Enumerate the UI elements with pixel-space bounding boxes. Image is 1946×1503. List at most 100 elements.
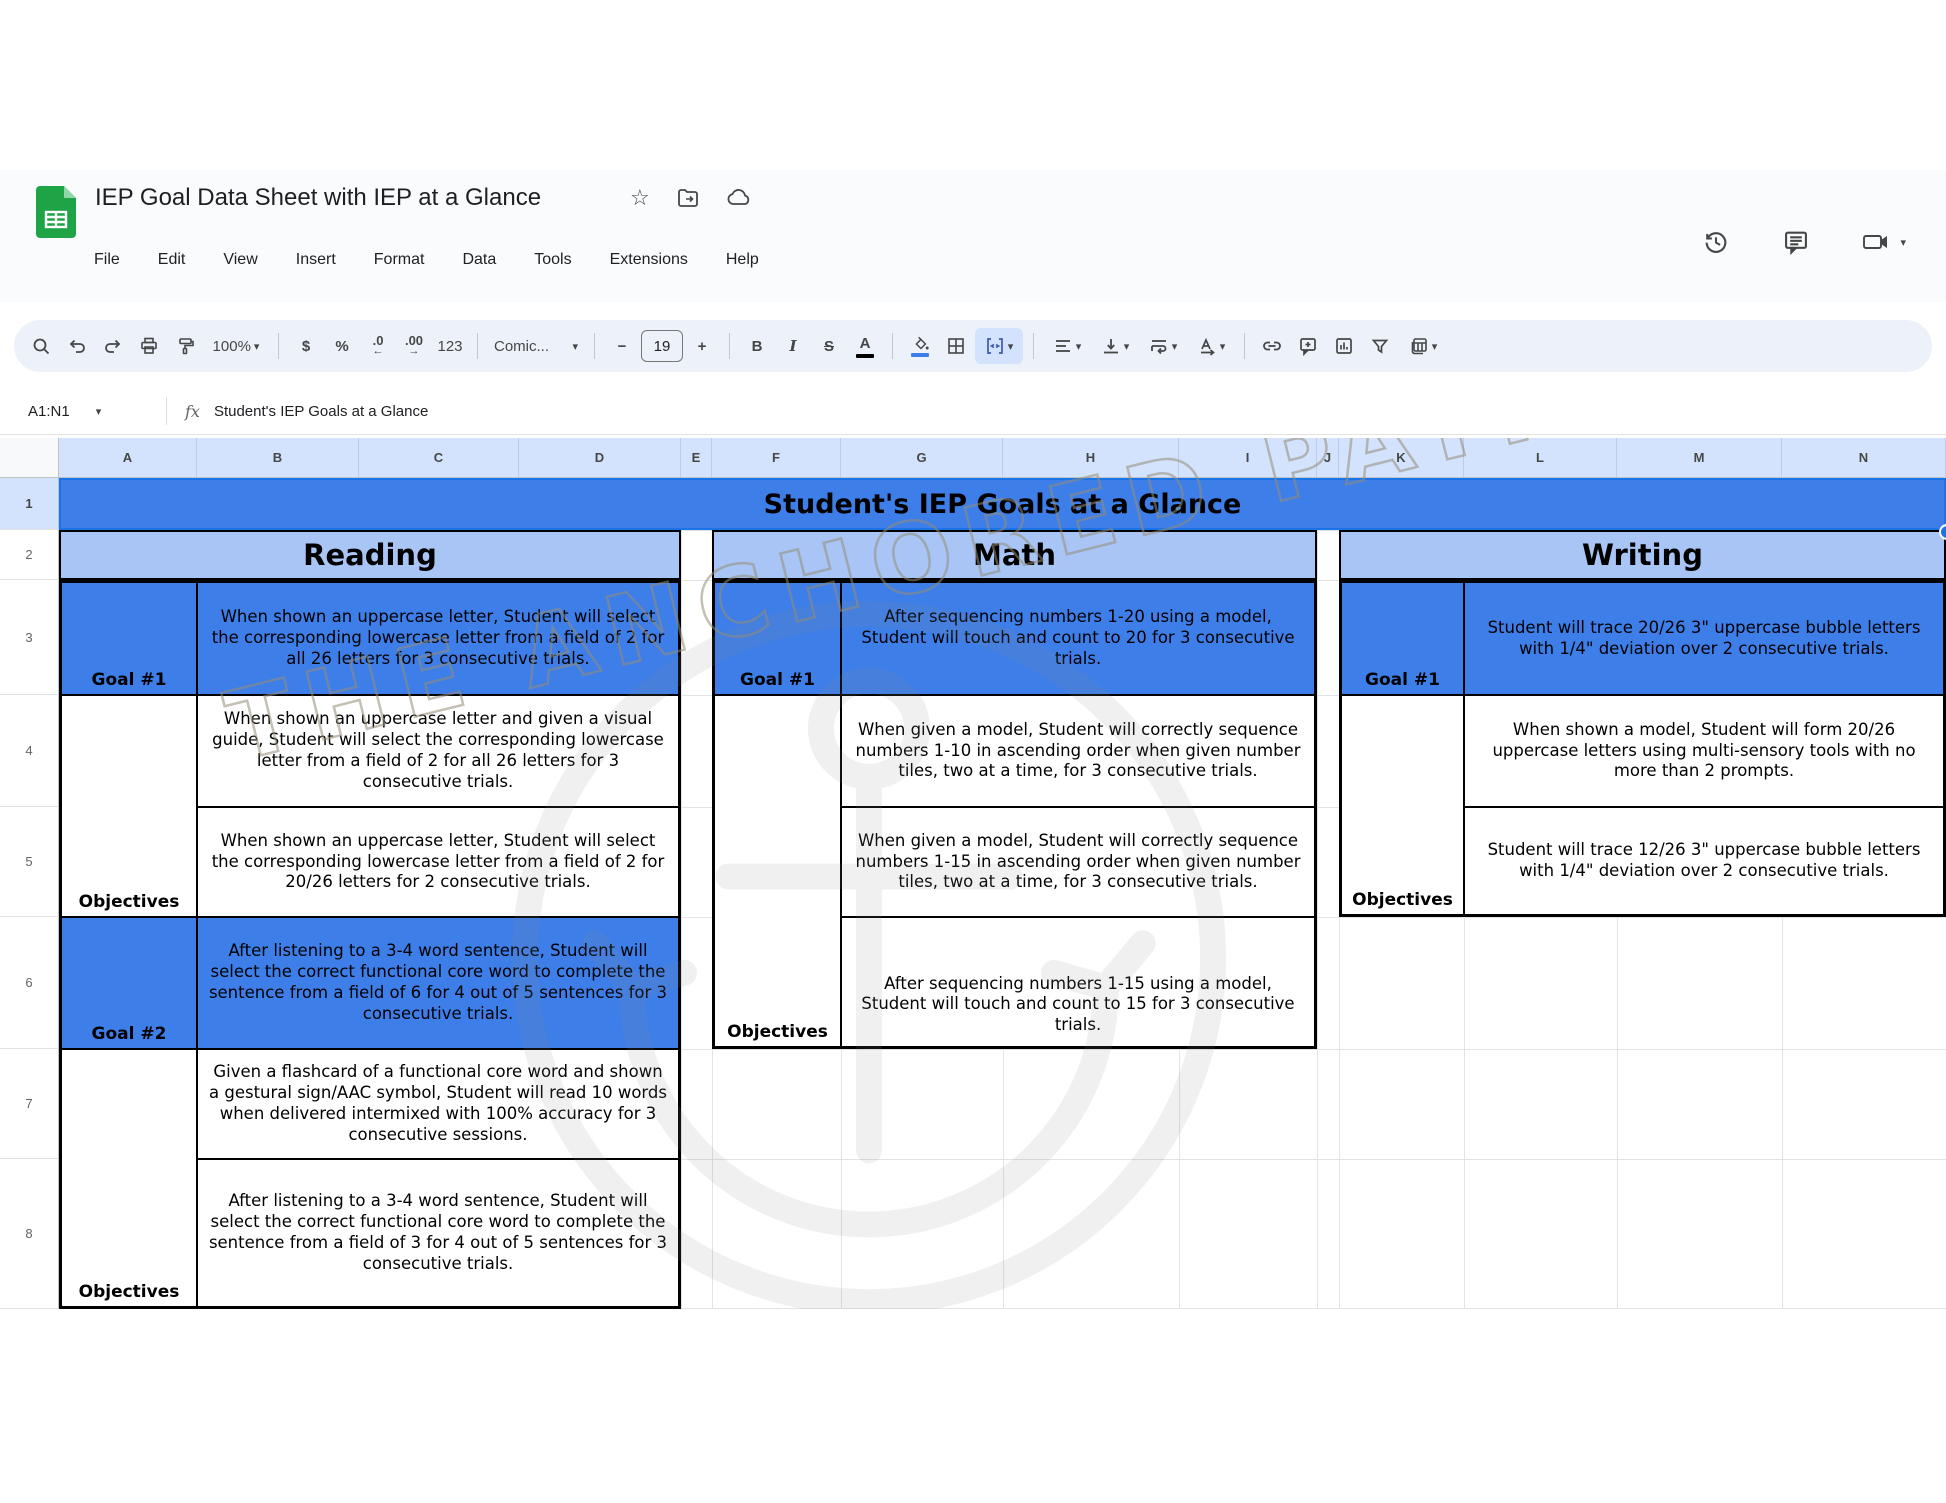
menu-data[interactable]: Data — [460, 248, 498, 272]
cell-math-objective1[interactable]: When given a model, Student will correct… — [841, 695, 1315, 807]
row-header-5[interactable]: 5 — [0, 807, 59, 917]
text-color-button[interactable]: A — [848, 328, 882, 364]
print-icon[interactable] — [132, 328, 166, 364]
column-header-k[interactable]: K — [1339, 438, 1464, 478]
cell-writing-header[interactable]: Writing — [1339, 530, 1946, 580]
cell-reading-objective2[interactable]: When shown an uppercase letter, Student … — [197, 807, 679, 917]
fill-color-button[interactable] — [903, 328, 937, 364]
column-header-i[interactable]: I — [1179, 438, 1317, 478]
increase-decimal-button[interactable]: .00→ — [397, 328, 431, 364]
decrease-font-size-button[interactable]: − — [605, 328, 639, 364]
fx-icon: fx — [185, 402, 200, 421]
cell-writing-goal1[interactable]: Student will trace 20/26 3" uppercase bu… — [1464, 582, 1944, 695]
format-currency-button[interactable]: $ — [289, 328, 323, 364]
table-views-icon[interactable]: ▾ — [1399, 328, 1447, 364]
column-header-f[interactable]: F — [712, 438, 841, 478]
format-percent-button[interactable]: % — [325, 328, 359, 364]
video-call-dropdown-caret[interactable]: ▾ — [1900, 236, 1906, 249]
menu-file[interactable]: File — [92, 248, 122, 272]
comment-history-icon[interactable] — [1782, 228, 1810, 256]
cell-reading-goal2-label[interactable]: Goal #2 — [61, 917, 197, 1049]
star-icon[interactable]: ☆ — [630, 187, 650, 209]
row-header-4[interactable]: 4 — [0, 695, 59, 807]
create-filter-icon[interactable] — [1363, 328, 1397, 364]
cell-math-objective2[interactable]: When given a model, Student will correct… — [841, 807, 1315, 917]
undo-icon[interactable] — [60, 328, 94, 364]
vertical-align-button[interactable]: ▾ — [1092, 328, 1138, 364]
cell-math-goal1[interactable]: After sequencing numbers 1-20 using a mo… — [841, 582, 1315, 695]
menu-extensions[interactable]: Extensions — [608, 248, 690, 272]
italic-button[interactable]: I — [776, 328, 810, 364]
redo-icon[interactable] — [96, 328, 130, 364]
cell-reading-objectives1-label[interactable]: Objectives — [61, 695, 197, 917]
cell-reading-header[interactable]: Reading — [59, 530, 681, 580]
row-header-1[interactable]: 1 — [0, 478, 59, 530]
menu-insert[interactable]: Insert — [294, 248, 338, 272]
cell-reading-objective1[interactable]: When shown an uppercase letter and given… — [197, 695, 679, 807]
column-header-j[interactable]: J — [1317, 438, 1339, 478]
cell-math-goal1-label[interactable]: Goal #1 — [714, 582, 841, 695]
document-title[interactable]: IEP Goal Data Sheet with IEP at a Glance — [95, 184, 541, 212]
font-selector[interactable]: Comic...▾ — [488, 328, 584, 364]
horizontal-align-button[interactable]: ▾ — [1044, 328, 1090, 364]
cell-math-header[interactable]: Math — [712, 530, 1317, 580]
paint-format-icon[interactable] — [168, 328, 202, 364]
column-header-e[interactable]: E — [681, 438, 712, 478]
insert-chart-icon[interactable] — [1327, 328, 1361, 364]
column-header-b[interactable]: B — [197, 438, 359, 478]
cell-reading-objective4[interactable]: After listening to a 3-4 word sentence, … — [197, 1159, 679, 1307]
bold-button[interactable]: B — [740, 328, 774, 364]
cell-reading-objectives2-label[interactable]: Objectives — [61, 1049, 197, 1307]
formula-input[interactable]: Student's IEP Goals at a Glance — [214, 403, 428, 420]
column-header-m[interactable]: M — [1617, 438, 1782, 478]
menu-view[interactable]: View — [221, 248, 259, 272]
cell-math-objectives-label[interactable]: Objectives — [714, 695, 841, 1047]
search-icon[interactable] — [24, 328, 58, 364]
cell-writing-objective2[interactable]: Student will trace 12/26 3" uppercase bu… — [1464, 807, 1944, 915]
menu-format[interactable]: Format — [372, 248, 427, 272]
move-to-folder-icon[interactable] — [676, 186, 700, 210]
insert-comment-icon[interactable] — [1291, 328, 1325, 364]
cell-writing-objective1[interactable]: When shown a model, Student will form 20… — [1464, 695, 1944, 807]
merge-cells-button[interactable]: ▾ — [975, 328, 1023, 364]
font-size-input[interactable]: 19 — [641, 330, 683, 362]
borders-button[interactable] — [939, 328, 973, 364]
cell-math-objective3[interactable]: After sequencing numbers 1-15 using a mo… — [841, 917, 1315, 1047]
insert-link-icon[interactable] — [1255, 328, 1289, 364]
row-header-2[interactable]: 2 — [0, 530, 59, 580]
increase-font-size-button[interactable]: + — [685, 328, 719, 364]
column-header-l[interactable]: L — [1464, 438, 1617, 478]
column-header-h[interactable]: H — [1003, 438, 1179, 478]
column-header-d[interactable]: D — [519, 438, 681, 478]
version-history-icon[interactable] — [1702, 228, 1730, 256]
cell-writing-goal1-label[interactable]: Goal #1 — [1341, 582, 1464, 695]
cell-reading-goal1[interactable]: When shown an uppercase letter, Student … — [197, 582, 679, 695]
text-wrap-button[interactable]: ▾ — [1140, 328, 1186, 364]
row-header-3[interactable]: 3 — [0, 580, 59, 695]
cell-writing-objectives-label[interactable]: Objectives — [1341, 695, 1464, 915]
menu-tools[interactable]: Tools — [532, 248, 573, 272]
name-box[interactable]: A1:N1▾ — [0, 403, 156, 420]
column-header-c[interactable]: C — [359, 438, 519, 478]
more-formats-button[interactable]: 123 — [433, 328, 467, 364]
cell-reading-goal2[interactable]: After listening to a 3-4 word sentence, … — [197, 917, 679, 1049]
zoom-selector[interactable]: 100%▾ — [204, 328, 268, 364]
menu-help[interactable]: Help — [724, 248, 761, 272]
menu-edit[interactable]: Edit — [156, 248, 188, 272]
cell-sheet-title[interactable]: Student's IEP Goals at a Glance — [59, 478, 1946, 530]
select-all-corner[interactable] — [0, 438, 59, 478]
column-header-a[interactable]: A — [59, 438, 197, 478]
column-header-g[interactable]: G — [841, 438, 1003, 478]
row-header-7[interactable]: 7 — [0, 1049, 59, 1159]
row-header-6[interactable]: 6 — [0, 917, 59, 1049]
cloud-status-icon[interactable] — [726, 186, 752, 210]
sheets-logo-icon[interactable] — [36, 186, 76, 238]
cell-reading-objective3[interactable]: Given a flashcard of a functional core w… — [197, 1049, 679, 1159]
text-rotation-button[interactable]: ▾ — [1188, 328, 1234, 364]
row-header-8[interactable]: 8 — [0, 1159, 59, 1309]
strikethrough-button[interactable]: S — [812, 328, 846, 364]
meet-video-call-icon[interactable] — [1862, 229, 1892, 255]
cell-reading-goal1-label[interactable]: Goal #1 — [61, 582, 197, 695]
column-header-n[interactable]: N — [1782, 438, 1946, 478]
decrease-decimal-button[interactable]: .0← — [361, 328, 395, 364]
